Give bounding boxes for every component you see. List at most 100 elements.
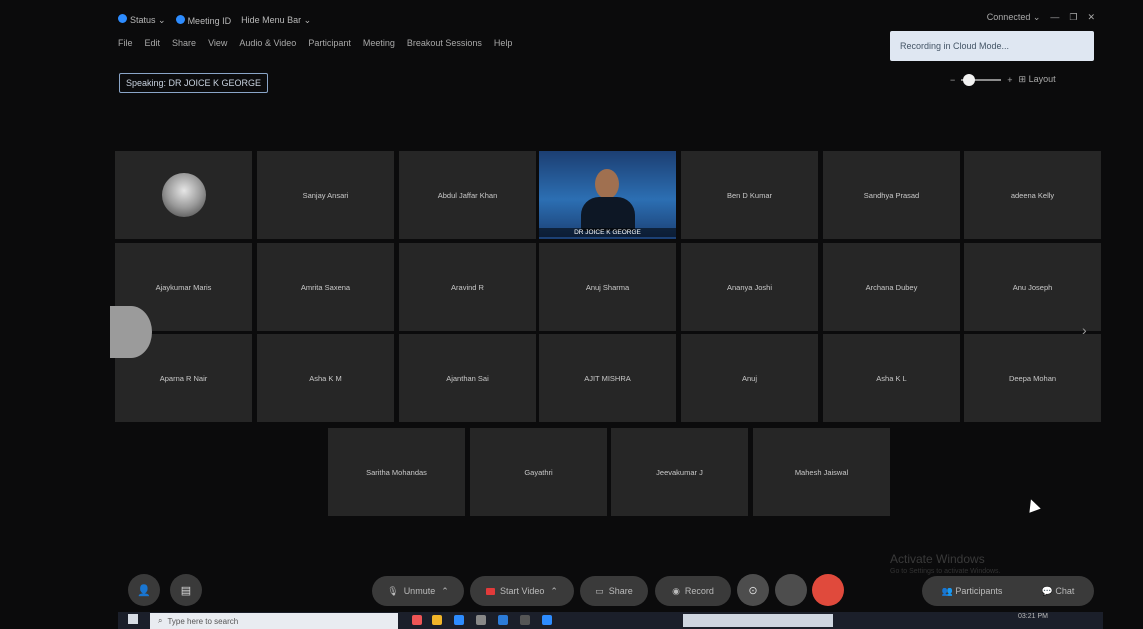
participant-tile[interactable]: Asha K M <box>257 334 394 422</box>
participant-name: Jeevakumar J <box>656 467 703 477</box>
record-button[interactable]: ◉ Record <box>655 576 731 606</box>
participants-icon: 👥 <box>941 585 953 596</box>
menu-bar: File Edit Share View Audio & Video Participan… <box>118 38 512 48</box>
start-video-button[interactable]: Start Video ⌃ <box>470 576 574 606</box>
participant-tile[interactable]: Jeevakumar J <box>611 428 748 516</box>
record-icon: ◉ <box>672 585 680 596</box>
participant-tile[interactable]: Saritha Mohandas <box>328 428 465 516</box>
speaking-indicator: Speaking: DR JOICE K GEORGE <box>119 73 269 93</box>
participant-name: Saritha Mohandas <box>366 467 427 477</box>
participant-tile[interactable]: Ananya Joshi <box>681 243 818 331</box>
hide-menu-bar[interactable]: Hide Menu Bar ⌄ <box>241 15 311 26</box>
next-page-arrow-icon[interactable]: › <box>1082 322 1087 338</box>
participant-tile[interactable]: Ben D Kumar <box>681 151 818 239</box>
participant-tile[interactable]: Deepa Mohan <box>964 334 1101 422</box>
participant-tile[interactable]: Abdul Jaffar Khan <box>399 151 536 239</box>
menu-item-participant[interactable]: Participant <box>308 38 351 48</box>
participant-name: Deepa Mohan <box>1008 373 1057 383</box>
participant-name: Mahesh Jaiswal <box>794 467 849 477</box>
participant-name: adeena Kelly <box>1010 190 1055 200</box>
menu-item-audio-video[interactable]: Audio & Video <box>239 38 296 48</box>
activate-windows-subtitle: Go to Settings to activate Windows. <box>890 568 1001 575</box>
status-menu[interactable]: Status ⌄ <box>118 14 166 26</box>
participant-tile[interactable]: Archana Dubey <box>823 243 960 331</box>
menu-item-breakout-sessions[interactable]: Breakout Sessions <box>407 38 482 48</box>
participant-name: Anuj Sharma <box>585 282 630 292</box>
zoom-in-icon[interactable]: + <box>1007 75 1012 85</box>
app-icon[interactable] <box>476 615 486 625</box>
microphone-icon: 🎙 <box>387 585 399 596</box>
share-button[interactable]: ▭ Share <box>580 576 648 606</box>
participant-name: Anu Joseph <box>1012 282 1053 292</box>
grid-icon: ⊞ <box>1018 74 1027 84</box>
video-off-icon <box>486 587 496 595</box>
maximize-button[interactable]: ❐ <box>1069 12 1077 23</box>
app-icon[interactable] <box>412 615 422 625</box>
reactions-button[interactable]: 👤 <box>128 574 160 606</box>
floating-avatar[interactable] <box>110 306 152 358</box>
participant-tile[interactable]: Anu Joseph <box>964 243 1101 331</box>
minimize-button[interactable]: — <box>1050 12 1059 23</box>
menu-item-view[interactable]: View <box>208 38 227 48</box>
zoom-app-icon[interactable] <box>542 615 552 625</box>
layout-button[interactable]: ⊞ Layout <box>1019 74 1056 85</box>
participant-tile[interactable] <box>115 151 252 239</box>
leave-button[interactable] <box>812 574 844 606</box>
participant-tile[interactable]: AJIT MISHRA <box>539 334 676 422</box>
participant-tile[interactable]: adeena Kelly <box>964 151 1101 239</box>
chat-button[interactable]: 💬 Chat <box>1042 586 1075 597</box>
participant-tile[interactable]: Gayathri <box>470 428 607 516</box>
participant-tile[interactable]: Amrita Saxena <box>257 243 394 331</box>
taskbar-clock: 03:21 PM <box>1018 613 1048 620</box>
participants-button[interactable]: 👥 Participants <box>942 586 1003 597</box>
participant-tile[interactable]: Anuj Sharma <box>539 243 676 331</box>
chevron-up-icon: ⌃ <box>550 585 558 596</box>
gallery-size-control: − + ⊞ Layout <box>950 73 1056 86</box>
participant-name: Ajaykumar Maris <box>155 282 212 292</box>
participant-avatar <box>161 173 206 217</box>
gallery-size-slider[interactable] <box>961 73 1002 86</box>
participant-name: Asha K L <box>876 373 907 383</box>
folder-icon[interactable] <box>432 615 442 625</box>
participant-tile[interactable]: Sanjay Ansari <box>257 151 394 239</box>
zoom-logo-icon <box>118 14 127 23</box>
menu-item-file[interactable]: File <box>118 38 133 48</box>
participant-tile[interactable]: Mahesh Jaiswal <box>753 428 890 516</box>
store-icon[interactable] <box>454 615 464 625</box>
chevron-up-icon: ⌃ <box>441 585 449 596</box>
taskbar-window-preview[interactable] <box>683 614 833 627</box>
connection-status[interactable]: Connected ⌄ <box>987 12 1041 23</box>
participant-name: Ananya Joshi <box>726 282 773 292</box>
participant-tile[interactable]: Asha K L <box>823 334 960 422</box>
taskbar-search-input[interactable]: ⌕ Type here to search <box>150 613 398 629</box>
meeting-id[interactable]: Meeting ID <box>175 14 231 26</box>
apps-button[interactable] <box>775 574 807 606</box>
word-icon[interactable] <box>498 615 508 625</box>
participant-tile[interactable]: Anuj <box>681 334 818 422</box>
participant-tile[interactable]: Ajanthan Sai <box>399 334 536 422</box>
zoom-out-icon[interactable]: − <box>950 75 955 85</box>
menu-item-share[interactable]: Share <box>172 38 196 48</box>
menu-item-meeting[interactable]: Meeting <box>363 38 395 48</box>
menu-item-edit[interactable]: Edit <box>145 38 161 48</box>
shield-icon <box>175 14 185 24</box>
user-icon: 👤 <box>137 584 151 597</box>
window-controls: Connected ⌄ — ❐ ✕ <box>987 12 1095 23</box>
close-button[interactable]: ✕ <box>1087 12 1095 23</box>
unmute-button[interactable]: 🎙 Unmute ⌃ <box>372 576 464 606</box>
windows-start-icon[interactable] <box>128 614 138 624</box>
app-icon[interactable] <box>520 615 530 625</box>
participant-name: Aparna R Nair <box>159 373 208 383</box>
participant-name: Sanjay Ansari <box>302 190 349 200</box>
search-icon: ⌕ <box>158 616 163 625</box>
slider-knob[interactable] <box>963 73 976 86</box>
participant-tile[interactable]: Sandhya Prasad <box>823 151 960 239</box>
participant-name: Asha K M <box>309 373 342 383</box>
participant-name: Abdul Jaffar Khan <box>437 190 498 200</box>
active-speaker-tile[interactable]: DR JOICE K GEORGE <box>539 151 676 239</box>
participant-tile[interactable]: Aravind R <box>399 243 536 331</box>
menu-item-help[interactable]: Help <box>494 38 513 48</box>
more-options-button[interactable]: ⊙ <box>737 574 769 606</box>
captions-button[interactable]: ▤ <box>170 574 202 606</box>
participant-name: Sandhya Prasad <box>863 190 920 200</box>
